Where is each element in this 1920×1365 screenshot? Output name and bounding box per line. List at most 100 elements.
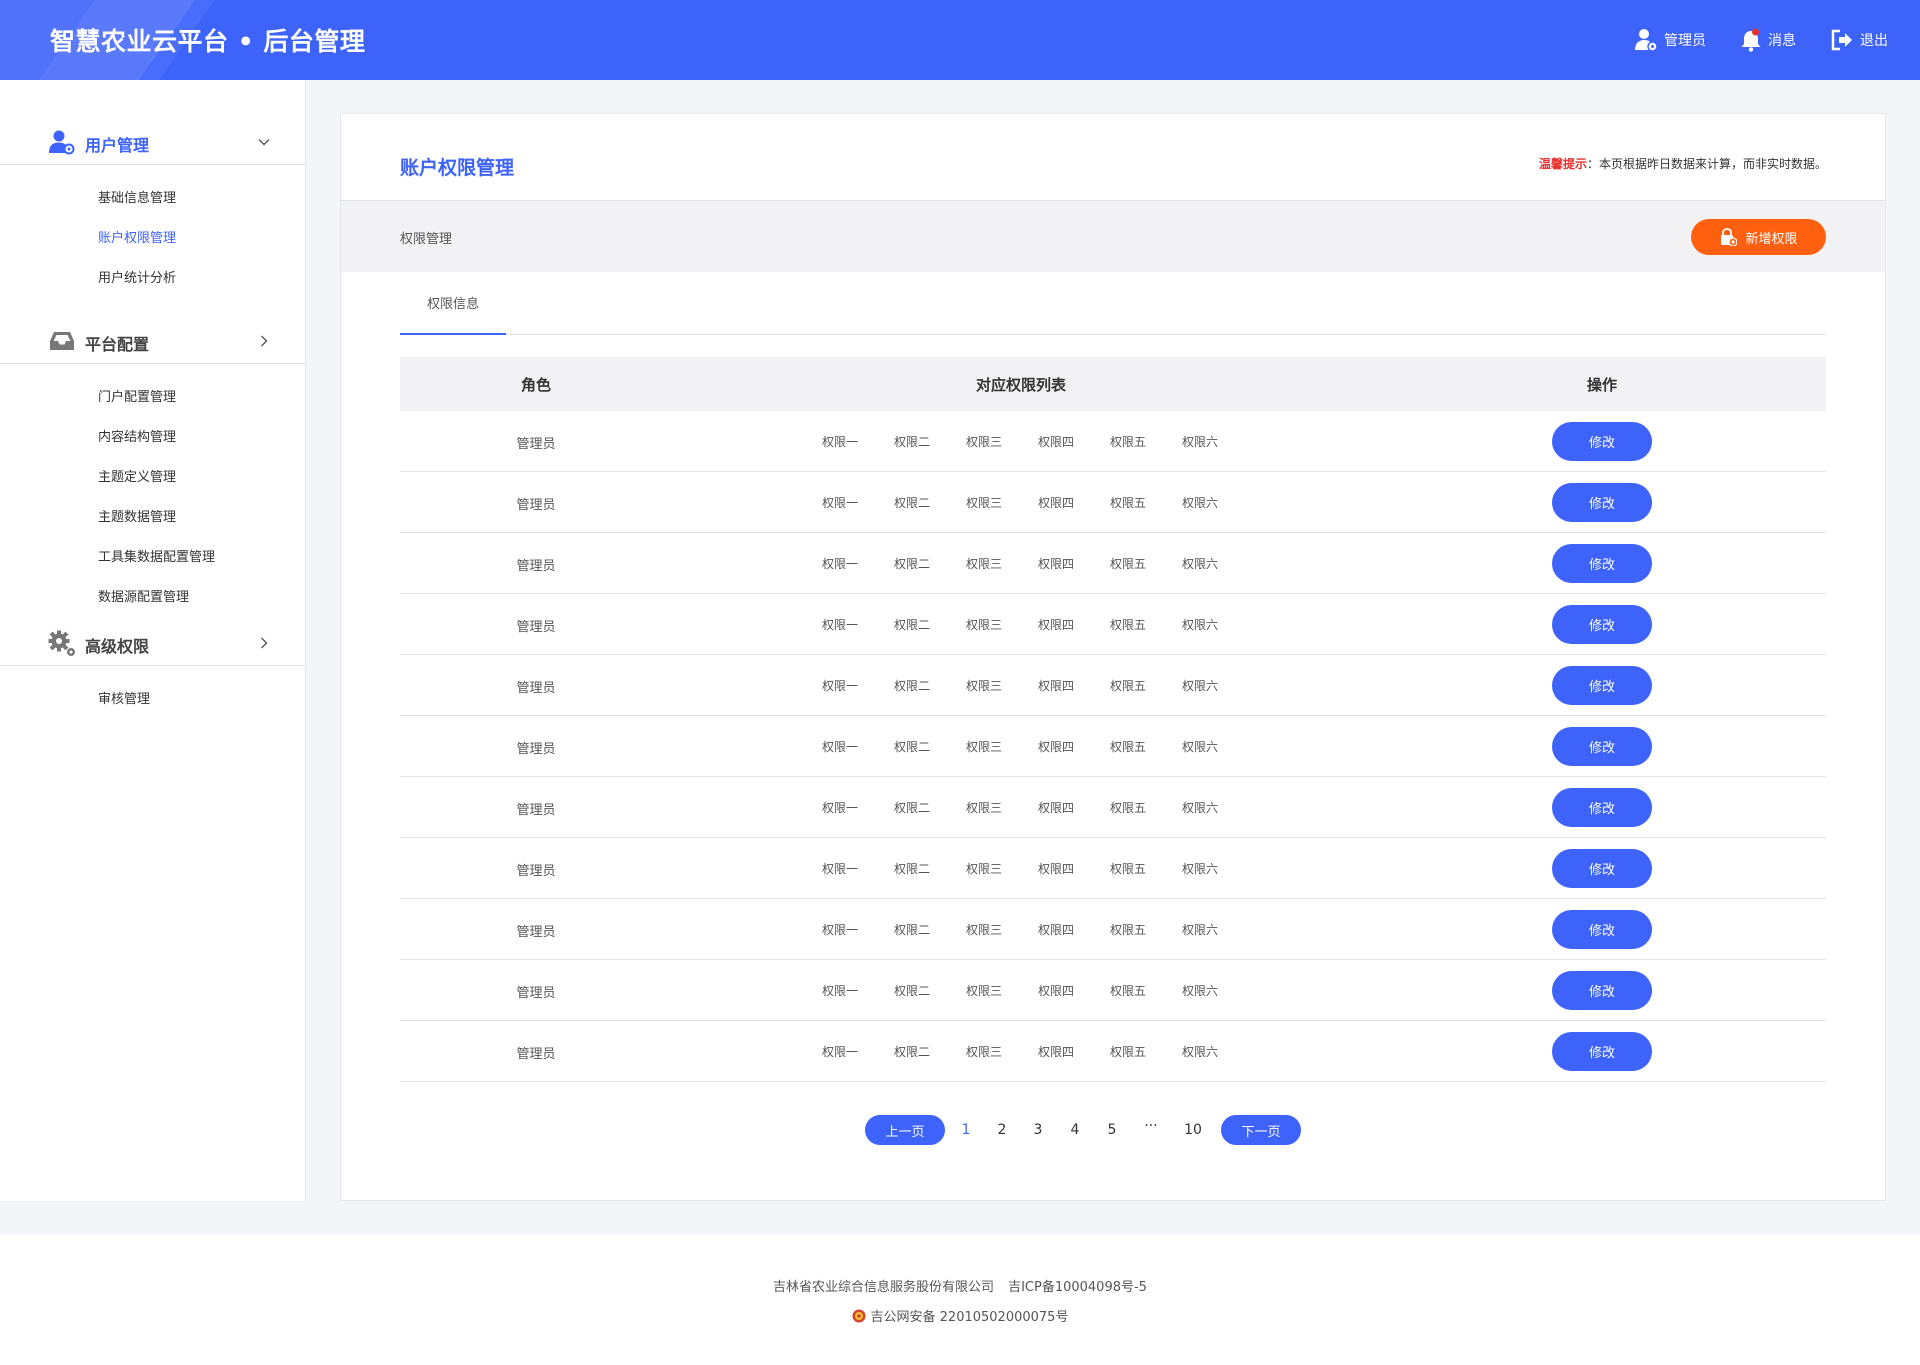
messages-button[interactable]: 消息 xyxy=(1740,28,1796,52)
logout-label: 退出 xyxy=(1860,33,1888,49)
permission-tag: 权限四 xyxy=(1038,801,1075,815)
permission-tag: 权限一 xyxy=(822,923,859,937)
permission-tag: 权限二 xyxy=(894,923,931,937)
permission-tag: 权限一 xyxy=(822,740,859,754)
page-number[interactable]: 5 xyxy=(1108,1122,1117,1138)
permission-tag: 权限五 xyxy=(1110,801,1147,815)
sidebar-group-label: 高级权限 xyxy=(85,637,150,656)
page-number[interactable]: 2 xyxy=(998,1122,1007,1138)
table-header: 角色 对应权限列表 操作 xyxy=(400,357,1826,411)
sidebar-item-user-statistics[interactable]: 用户统计分析 xyxy=(98,267,176,286)
page-number[interactable]: 10 xyxy=(1184,1122,1202,1138)
edit-button[interactable]: 修改 xyxy=(1552,849,1652,888)
permission-tag: 权限一 xyxy=(822,496,859,510)
tip-text: ：本页根据昨日数据来计算，而非实时数据。 xyxy=(1586,157,1827,171)
edit-button[interactable]: 修改 xyxy=(1552,910,1652,949)
permission-list: 权限一 权限二 权限三 权限四 权限五 权限六 xyxy=(822,677,1254,694)
table-row: 管理员 权限一 权限二 权限三 权限四 权限五 权限六 修改 xyxy=(400,594,1826,655)
sidebar-item-toolset-config[interactable]: 工具集数据配置管理 xyxy=(98,546,215,565)
icp-record[interactable]: 吉ICP备10004098号-5 xyxy=(1008,1280,1147,1295)
page-number[interactable]: 3 xyxy=(1034,1122,1043,1138)
add-permission-button[interactable]: 新增权限 xyxy=(1691,219,1826,255)
edit-button[interactable]: 修改 xyxy=(1552,544,1652,583)
permission-tag: 权限五 xyxy=(1110,435,1147,449)
permission-tag: 权限一 xyxy=(822,1045,859,1059)
tab-permission-info[interactable]: 权限信息 xyxy=(400,272,506,335)
edit-button[interactable]: 修改 xyxy=(1552,727,1652,766)
table-row: 管理员 权限一 权限二 权限三 权限四 权限五 权限六 修改 xyxy=(400,1021,1826,1082)
edit-button[interactable]: 修改 xyxy=(1552,1032,1652,1071)
table-row: 管理员 权限一 权限二 权限三 权限四 权限五 权限六 修改 xyxy=(400,960,1826,1021)
sidebar-group-platform-config[interactable]: 平台配置 xyxy=(0,318,305,364)
edit-button[interactable]: 修改 xyxy=(1552,605,1652,644)
permission-tag: 权限二 xyxy=(894,435,931,449)
permission-tag: 权限六 xyxy=(1182,923,1219,937)
permission-tag: 权限四 xyxy=(1038,557,1075,571)
police-badge-icon xyxy=(852,1309,866,1322)
permission-tag: 权限六 xyxy=(1182,801,1219,815)
sidebar-item-theme-data[interactable]: 主题数据管理 xyxy=(98,506,176,525)
permission-tag: 权限四 xyxy=(1038,862,1075,876)
permission-list: 权限一 权限二 权限三 权限四 权限五 权限六 xyxy=(822,555,1254,572)
inbox-icon xyxy=(50,332,74,350)
pagination: 上一页 1 2 3 4 5 ··· 10 下一页 xyxy=(341,1115,1885,1145)
table-row: 管理员 权限一 权限二 权限三 权限四 权限五 权限六 修改 xyxy=(400,838,1826,899)
page-number[interactable]: 1 xyxy=(962,1122,971,1138)
column-header-role: 角色 xyxy=(520,376,552,394)
sidebar-group-user-management[interactable]: 用户管理 xyxy=(0,119,305,165)
table-row: 管理员 权限一 权限二 权限三 权限四 权限五 权限六 修改 xyxy=(400,716,1826,777)
role-cell: 管理员 xyxy=(516,498,556,513)
lock-add-icon xyxy=(1721,228,1738,246)
page-number[interactable]: 4 xyxy=(1071,1122,1080,1138)
edit-button[interactable]: 修改 xyxy=(1552,483,1652,522)
footer-line: 吉公网安备 22010502000075号 xyxy=(0,1306,1920,1325)
sidebar-item-theme-definition[interactable]: 主题定义管理 xyxy=(98,466,176,485)
permission-tag: 权限二 xyxy=(894,1045,931,1059)
edit-button[interactable]: 修改 xyxy=(1552,422,1652,461)
tip-label: 温馨提示 xyxy=(1538,157,1587,171)
role-cell: 管理员 xyxy=(516,559,556,574)
sidebar-item-portal-config[interactable]: 门户配置管理 xyxy=(98,386,176,405)
permission-tag: 权限一 xyxy=(822,679,859,693)
logout-button[interactable]: 退出 xyxy=(1830,29,1888,51)
edit-button[interactable]: 修改 xyxy=(1552,666,1652,705)
permission-tag: 权限一 xyxy=(822,862,859,876)
messages-label: 消息 xyxy=(1768,33,1796,49)
user-gear-icon xyxy=(1635,29,1658,52)
table-row: 管理员 权限一 权限二 权限三 权限四 权限五 权限六 修改 xyxy=(400,899,1826,960)
edit-button[interactable]: 修改 xyxy=(1552,971,1652,1010)
permission-list: 权限一 权限二 权限三 权限四 权限五 权限六 xyxy=(822,616,1254,633)
permission-tag: 权限三 xyxy=(966,557,1003,571)
sidebar-group-advanced-permissions[interactable]: 高级权限 xyxy=(0,620,305,666)
permission-tag: 权限六 xyxy=(1182,557,1219,571)
permission-tag: 权限六 xyxy=(1182,1045,1219,1059)
sidebar-item-basic-info[interactable]: 基础信息管理 xyxy=(98,187,176,206)
role-cell: 管理员 xyxy=(516,742,556,757)
permission-tag: 权限一 xyxy=(822,984,859,998)
role-cell: 管理员 xyxy=(516,681,556,696)
permission-tag: 权限三 xyxy=(966,740,1003,754)
permission-tag: 权限一 xyxy=(822,435,859,449)
permission-tag: 权限五 xyxy=(1110,923,1147,937)
chevron-down-icon xyxy=(258,139,270,146)
police-record[interactable]: 吉公网安备 22010502000075号 xyxy=(871,1306,1069,1325)
permission-tag: 权限三 xyxy=(966,1045,1003,1059)
role-cell: 管理员 xyxy=(516,986,556,1001)
permission-tag: 权限三 xyxy=(966,862,1003,876)
user-gear-icon xyxy=(49,130,75,155)
sidebar-item-content-structure[interactable]: 内容结构管理 xyxy=(98,426,176,445)
edit-button[interactable]: 修改 xyxy=(1552,788,1652,827)
next-page-button[interactable]: 下一页 xyxy=(1221,1115,1301,1145)
toolbar: 权限管理 新增权限 xyxy=(341,200,1885,272)
sidebar-item-account-permissions[interactable]: 账户权限管理 xyxy=(98,227,176,246)
permission-tag: 权限一 xyxy=(822,557,859,571)
permission-list: 权限一 权限二 权限三 权限四 权限五 权限六 xyxy=(822,433,1254,450)
permission-tag: 权限四 xyxy=(1038,984,1075,998)
prev-page-button[interactable]: 上一页 xyxy=(865,1115,945,1145)
sidebar-item-datasource-config[interactable]: 数据源配置管理 xyxy=(98,586,189,605)
admin-menu[interactable]: 管理员 xyxy=(1634,28,1706,52)
gears-icon xyxy=(48,630,75,656)
top-header: 智慧农业云平台 • 后台管理 管理员 消息 退出 xyxy=(0,0,1920,80)
permission-list: 权限一 权限二 权限三 权限四 权限五 权限六 xyxy=(822,860,1254,877)
sidebar-item-review[interactable]: 审核管理 xyxy=(98,688,150,707)
